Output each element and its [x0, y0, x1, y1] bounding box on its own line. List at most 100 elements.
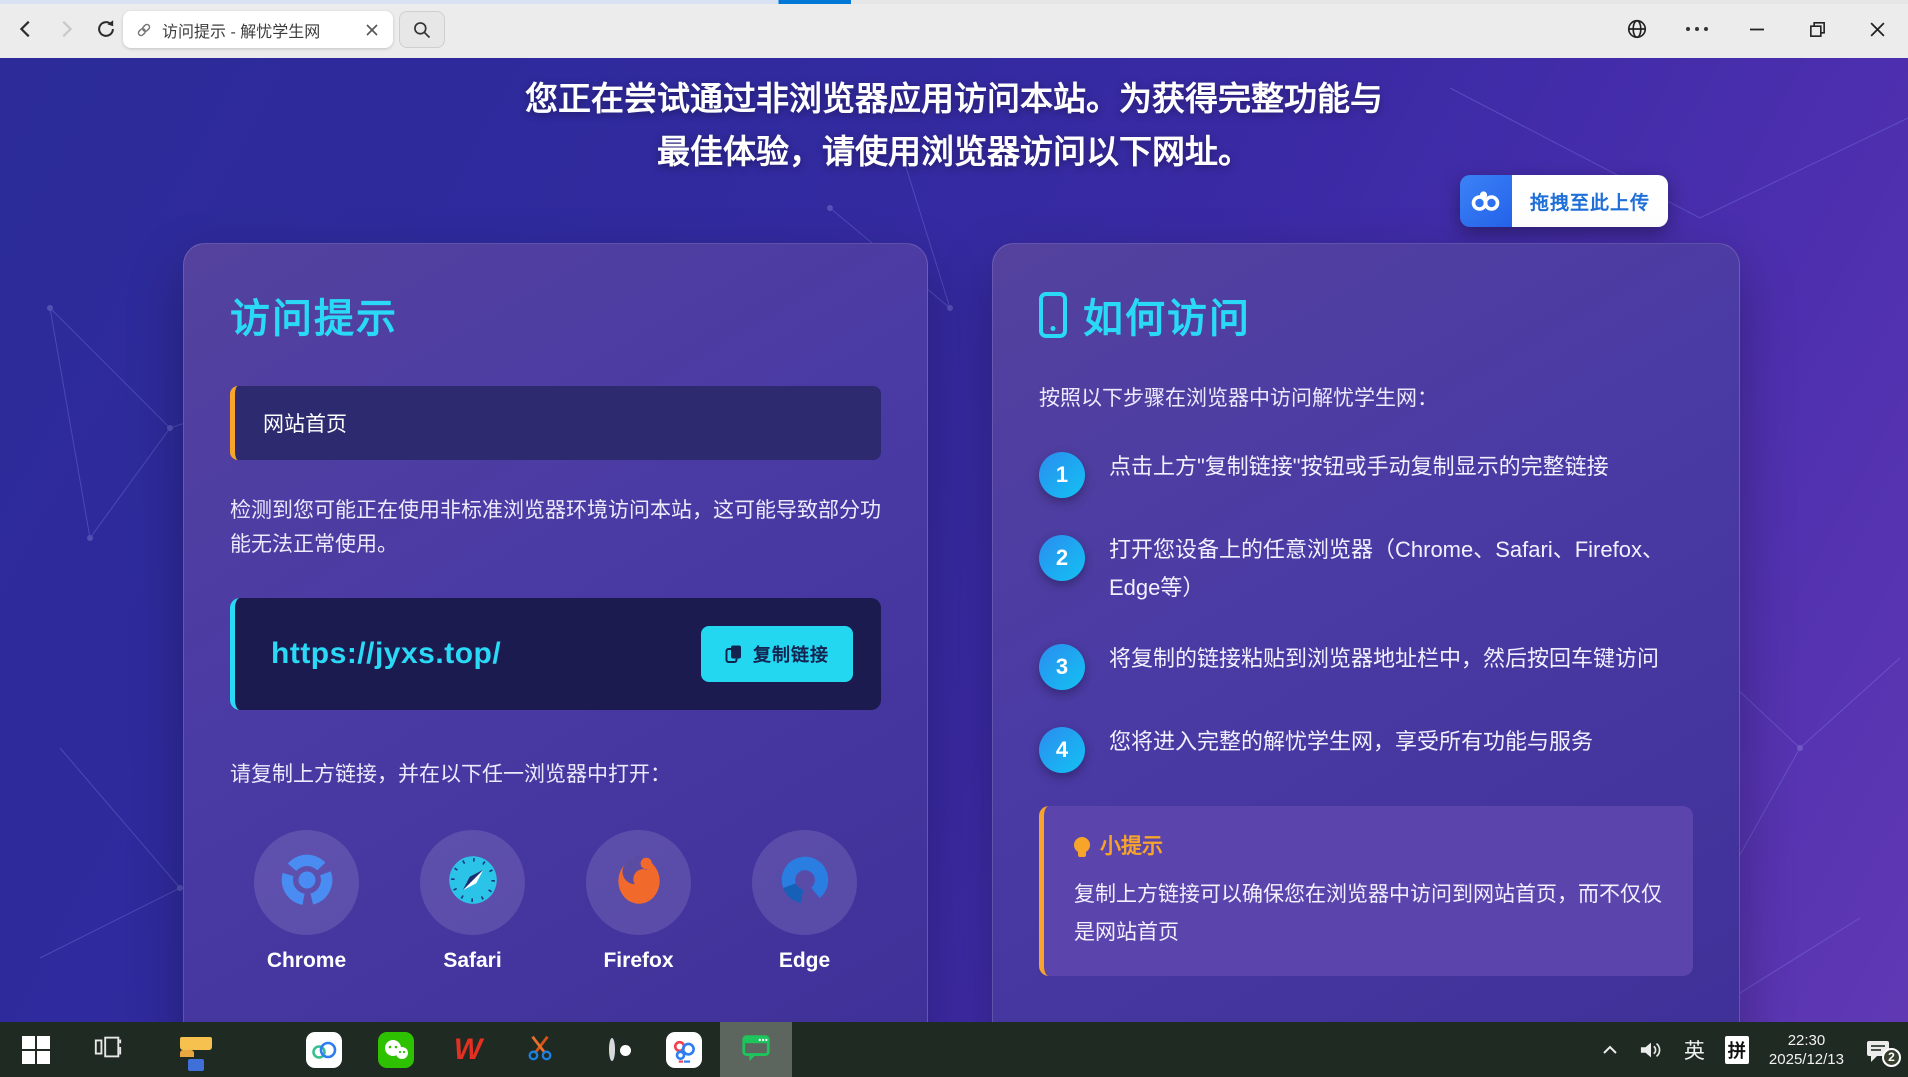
- taskbar-app-wechat[interactable]: [360, 1022, 432, 1077]
- menu-button[interactable]: [1680, 9, 1714, 49]
- volume-icon[interactable]: [1638, 1039, 1664, 1061]
- smartphone-icon: [1039, 292, 1067, 338]
- drag-upload-button[interactable]: 拖拽至此上传: [1460, 175, 1668, 227]
- windows-start-icon: [22, 1036, 50, 1064]
- banner-line-2: 最佳体验，请使用浏览器访问以下网址。: [0, 125, 1908, 178]
- step-number-badge: 2: [1039, 535, 1085, 581]
- tip-body: 复制上方链接可以确保您在浏览器中访问到网站首页，而不仅仅是网站首页: [1074, 876, 1663, 952]
- browser-option-firefox[interactable]: Firefox: [586, 830, 691, 973]
- taskbar-app-scissors-app[interactable]: [504, 1022, 576, 1077]
- globe-button[interactable]: [1620, 9, 1654, 49]
- taskbar-app-quark-browser[interactable]: [576, 1022, 648, 1077]
- tip-box: 小提示 复制上方链接可以确保您在浏览器中访问到网站首页，而不仅仅是网站首页: [1039, 806, 1693, 976]
- wps-office-icon: W: [454, 1033, 482, 1067]
- forward-button[interactable]: [46, 9, 86, 49]
- how-to-access-card: 如何访问 按照以下步骤在浏览器中访问解忧学生网： 1 点击上方"复制链接"按钮或…: [992, 243, 1740, 1022]
- refresh-icon: [95, 18, 117, 40]
- refresh-button[interactable]: [86, 9, 126, 49]
- chrome-icon: [276, 849, 338, 916]
- notification-badge: 2: [1882, 1048, 1901, 1067]
- tray-time: 22:30: [1769, 1031, 1844, 1050]
- taskbar-app-edge-browser[interactable]: [216, 1022, 288, 1077]
- browser-label: Safari: [443, 949, 501, 973]
- browser-list: Chrome Safari Firefox Edge: [230, 830, 881, 973]
- url-box: https://jyxs.top/ 复制链接: [230, 598, 881, 710]
- step-number-badge: 1: [1039, 452, 1085, 498]
- step-text: 点击上方"复制链接"按钮或手动复制显示的完整链接: [1109, 448, 1609, 498]
- safari-icon: [442, 849, 504, 916]
- green-messenger-icon: [740, 1031, 772, 1068]
- page-content: 您正在尝试通过非浏览器应用访问本站。为获得完整功能与 最佳体验，请使用浏览器访问…: [0, 58, 1908, 1022]
- minimize-icon: [1748, 20, 1766, 38]
- ime-pinyin-indicator[interactable]: 拼: [1725, 1036, 1749, 1064]
- step-item-2: 2 打开您设备上的任意浏览器（Chrome、Safari、Firefox、Edg…: [1039, 531, 1693, 607]
- forward-icon: [55, 18, 77, 40]
- baidu-netdisk-icon: [666, 1032, 702, 1068]
- taskbar: W 英 拼 22:30 2025/12/13: [0, 1022, 1908, 1077]
- step-text: 打开您设备上的任意浏览器（Chrome、Safari、Firefox、Edge等…: [1109, 531, 1693, 607]
- browser-option-safari[interactable]: Safari: [420, 830, 525, 973]
- detection-description: 检测到您可能正在使用非标准浏览器环境访问本站，这可能导致部分功能无法正常使用。: [230, 494, 881, 562]
- copy-icon: [725, 644, 743, 664]
- site-url: https://jyxs.top/: [271, 637, 701, 671]
- access-tip-card: 访问提示 网站首页 检测到您可能正在使用非标准浏览器环境访问本站，这可能导致部分…: [183, 243, 928, 1022]
- title-bar: 访问提示 - 解忧学生网: [0, 0, 1908, 58]
- search-icon: [412, 20, 432, 40]
- scissors-app-icon: [525, 1032, 555, 1067]
- close-icon: [1869, 21, 1886, 38]
- browser-label: Firefox: [603, 949, 673, 973]
- step-item-3: 3 将复制的链接粘贴到浏览器地址栏中，然后按回车键访问: [1039, 640, 1693, 690]
- lightbulb-icon: [1074, 837, 1090, 853]
- browser-label: Chrome: [267, 949, 346, 973]
- taskbar-app-wps-office[interactable]: W: [432, 1022, 504, 1077]
- copy-link-label: 复制链接: [753, 641, 829, 667]
- taskbar-app-windows-start[interactable]: [0, 1022, 72, 1077]
- minimize-button[interactable]: [1740, 9, 1774, 49]
- taskbar-app-green-messenger[interactable]: [720, 1022, 792, 1077]
- step-item-1: 1 点击上方"复制链接"按钮或手动复制显示的完整链接: [1039, 448, 1693, 498]
- taskbar-app-task-view[interactable]: [72, 1022, 144, 1077]
- howto-card-title: 如何访问: [1083, 286, 1251, 344]
- taskbar-app-baidu-netdisk[interactable]: [648, 1022, 720, 1077]
- page-name-box: 网站首页: [230, 386, 881, 460]
- clock[interactable]: 22:30 2025/12/13: [1769, 1031, 1844, 1069]
- notification-center-icon[interactable]: 2: [1864, 1037, 1892, 1063]
- browser-option-chrome[interactable]: Chrome: [254, 830, 359, 973]
- step-list: 1 点击上方"复制链接"按钮或手动复制显示的完整链接 2 打开您设备上的任意浏览器…: [1039, 448, 1693, 773]
- app-window: 访问提示 - 解忧学生网: [0, 0, 1908, 1077]
- back-button[interactable]: [6, 9, 46, 49]
- quark-browser-icon: [609, 1041, 615, 1059]
- netdisk-cloud-icon: [1460, 175, 1512, 227]
- system-tray: 英 拼 22:30 2025/12/13 2: [1602, 1022, 1908, 1077]
- copy-link-button[interactable]: 复制链接: [701, 626, 853, 682]
- cloud-drive-icon: [306, 1032, 342, 1068]
- tab-close-icon[interactable]: [361, 19, 383, 41]
- globe-icon: [1626, 17, 1648, 41]
- back-icon: [15, 18, 37, 40]
- close-button[interactable]: [1860, 9, 1894, 49]
- browser-option-edge[interactable]: Edge: [752, 830, 857, 973]
- step-text: 将复制的链接粘贴到浏览器地址栏中，然后按回车键访问: [1109, 640, 1659, 690]
- step-text: 您将进入完整的解忧学生网，享受所有功能与服务: [1109, 723, 1593, 773]
- edge-icon: [774, 849, 836, 916]
- restore-icon: [1808, 20, 1827, 39]
- address-tab[interactable]: 访问提示 - 解忧学生网: [123, 11, 393, 48]
- tip-title: 小提示: [1100, 830, 1163, 860]
- taskbar-apps: W: [0, 1022, 792, 1077]
- taskbar-app-cloud-drive[interactable]: [288, 1022, 360, 1077]
- drag-upload-label: 拖拽至此上传: [1512, 175, 1668, 227]
- banner-message: 您正在尝试通过非浏览器应用访问本站。为获得完整功能与 最佳体验，请使用浏览器访问…: [0, 72, 1908, 178]
- copy-note: 请复制上方链接，并在以下任一浏览器中打开：: [230, 758, 881, 788]
- browser-label: Edge: [779, 949, 830, 973]
- taskbar-app-file-explorer[interactable]: [144, 1022, 216, 1077]
- search-button[interactable]: [399, 11, 445, 48]
- more-options-icon: [1686, 27, 1708, 31]
- access-card-title: 访问提示: [230, 286, 881, 344]
- language-indicator[interactable]: 英: [1684, 1035, 1705, 1065]
- step-number-badge: 3: [1039, 644, 1085, 690]
- tray-expand-chevron-icon[interactable]: [1602, 1045, 1618, 1055]
- task-view-icon: [93, 1032, 123, 1067]
- restore-button[interactable]: [1800, 9, 1834, 49]
- step-number-badge: 4: [1039, 727, 1085, 773]
- step-item-4: 4 您将进入完整的解忧学生网，享受所有功能与服务: [1039, 723, 1693, 773]
